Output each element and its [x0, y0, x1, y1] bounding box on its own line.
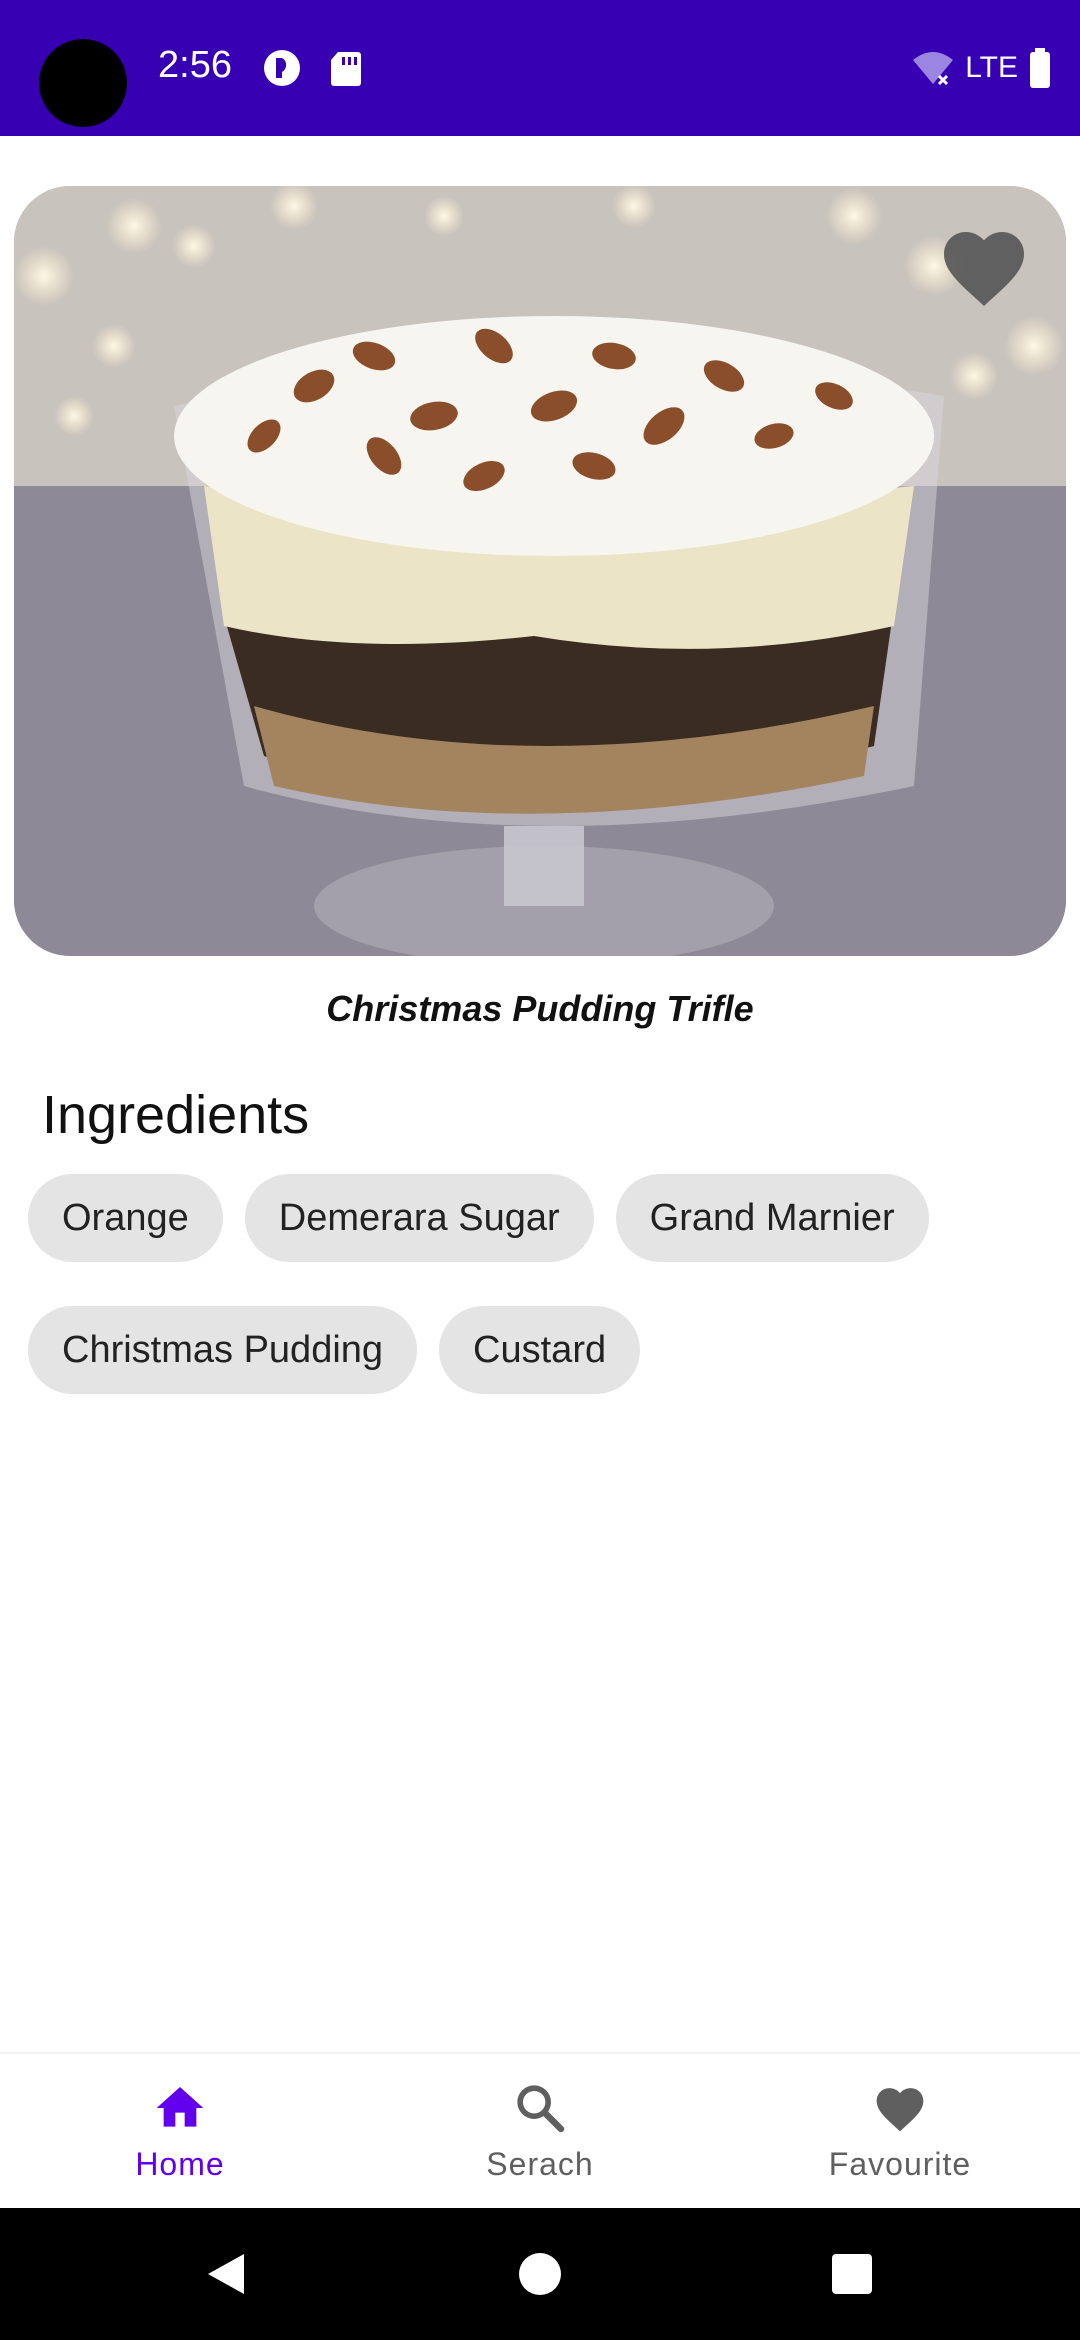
recipe-title: Christmas Pudding Trifle — [326, 988, 754, 1029]
system-navigation-bar — [0, 2208, 1080, 2340]
nav-favourite[interactable]: Favourite — [720, 2054, 1080, 2210]
nav-home-label: Home — [135, 2146, 225, 2182]
recents-icon[interactable] — [830, 2252, 874, 2296]
nav-favourite-label: Favourite — [828, 2146, 972, 2182]
ingredient-chip[interactable]: Grand Marnier — [615, 1174, 929, 1262]
ingredient-chip[interactable]: Custard — [439, 1306, 641, 1394]
chip-row: Christmas Pudding Custard — [28, 1306, 1058, 1394]
search-icon — [517, 2085, 565, 2133]
favourite-heart-icon[interactable] — [936, 222, 1032, 310]
back-icon[interactable] — [204, 2252, 248, 2296]
ingredient-chip[interactable]: Orange — [28, 1174, 223, 1262]
nav-search[interactable]: Serach — [360, 2054, 720, 2210]
status-time: 2:56 — [158, 44, 232, 86]
status-right: LTE — [911, 48, 1052, 88]
chip-row: Orange Demerara Sugar Grand Marnier — [28, 1174, 1058, 1262]
network-type: LTE — [965, 51, 1018, 84]
ingredient-chip[interactable]: Demerara Sugar — [244, 1174, 594, 1262]
bottom-navigation: Home Serach Favourite — [0, 2052, 1080, 2210]
status-bar: 2:56 LTE — [0, 0, 1080, 136]
camera-cutout — [39, 39, 127, 127]
ingredient-chips: Orange Demerara Sugar Grand Marnier Chri… — [28, 1174, 1058, 1438]
nav-home[interactable]: Home — [0, 2054, 360, 2210]
nav-search-label: Serach — [486, 2146, 594, 2182]
recipe-image — [14, 186, 1066, 956]
wifi-off-icon — [913, 52, 954, 86]
battery-icon — [1030, 48, 1050, 88]
trifle-illustration — [14, 186, 1066, 956]
home-icon — [156, 2087, 204, 2127]
sd-card-icon — [331, 52, 361, 86]
ingredient-chip[interactable]: Christmas Pudding — [28, 1306, 418, 1394]
data-saver-icon — [264, 50, 300, 86]
heart-icon — [876, 2088, 924, 2132]
ingredients-heading: Ingredients — [42, 1085, 310, 1145]
home-circle-icon[interactable] — [518, 2252, 562, 2296]
